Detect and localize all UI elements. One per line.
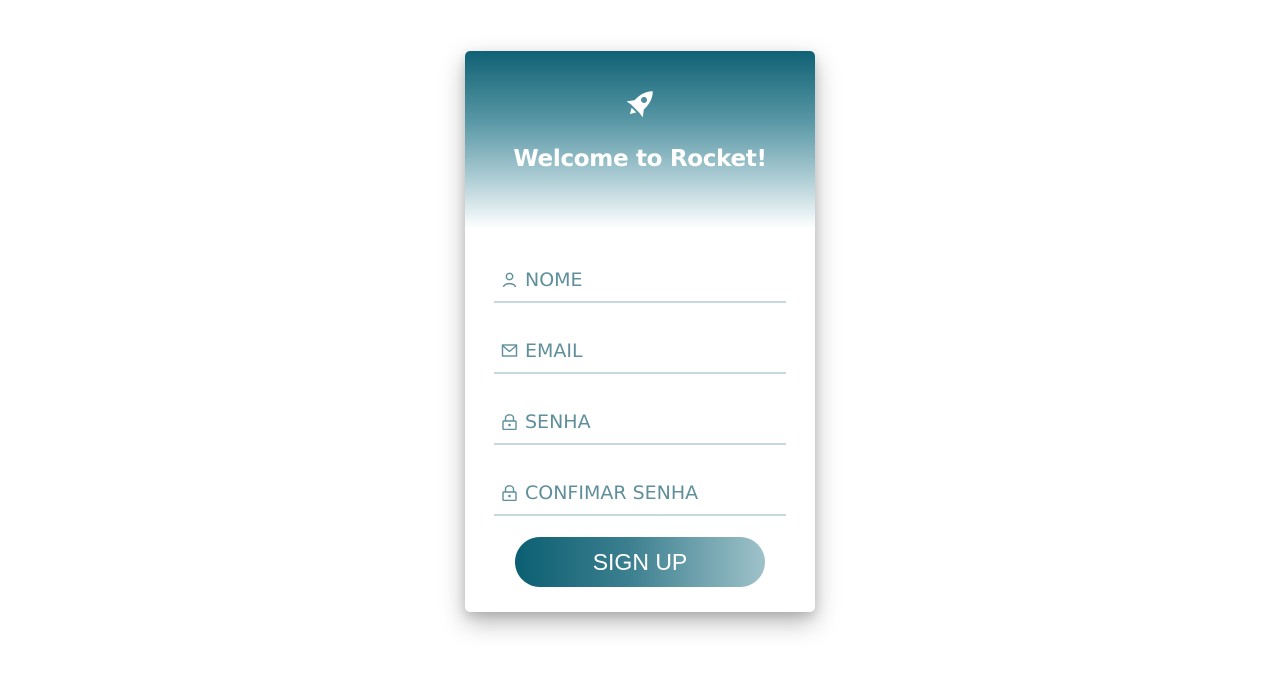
card-header: Welcome to Rocket!	[465, 51, 815, 229]
lock-icon	[502, 485, 517, 501]
user-icon	[502, 272, 517, 288]
signup-card: Welcome to Rocket! SIGN UP	[465, 51, 815, 612]
name-input[interactable]	[525, 266, 780, 294]
lock-icon	[502, 414, 517, 430]
email-field	[494, 332, 786, 374]
confirm-password-field	[494, 474, 786, 516]
sign-up-button[interactable]: SIGN UP	[515, 537, 765, 587]
mail-icon	[501, 344, 518, 357]
name-field	[494, 261, 786, 303]
password-field	[494, 403, 786, 445]
confirm-password-input[interactable]	[525, 479, 780, 507]
rocket-icon	[626, 91, 653, 118]
page-title: Welcome to Rocket!	[513, 146, 767, 172]
password-input[interactable]	[525, 408, 780, 436]
email-input[interactable]	[525, 337, 780, 365]
